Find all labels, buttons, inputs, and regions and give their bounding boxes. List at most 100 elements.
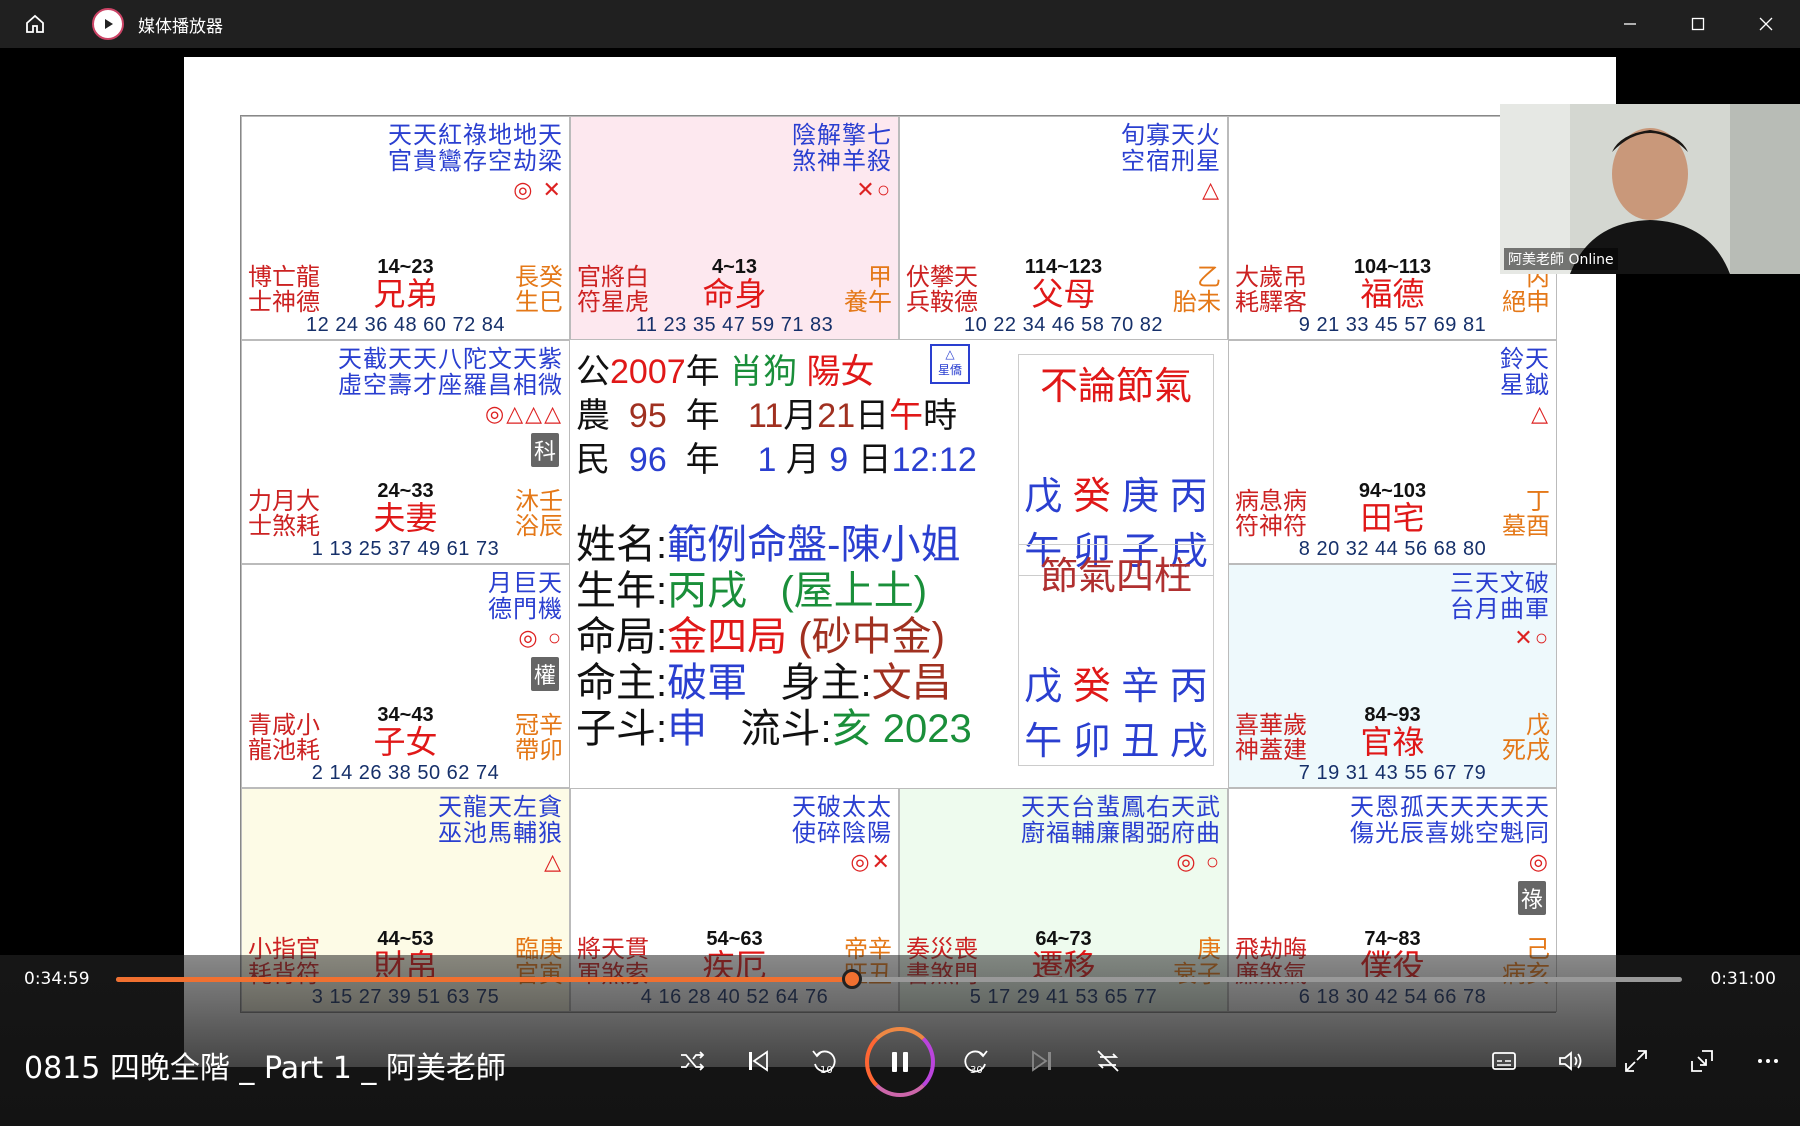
- star-marks: ◎△△△: [485, 401, 563, 426]
- center-text: 陽女: [806, 353, 875, 391]
- center-text: 民: [576, 441, 610, 479]
- skip-back-icon: 10: [812, 1050, 836, 1076]
- palace-cell: 月巨天 德門機 ◎ ○ 權青咸小 龍池耗 34~43 子女 冠辛 帶卯 2 14 26 38…: [241, 564, 570, 788]
- fullscreen-button[interactable]: [1612, 1037, 1660, 1085]
- main-stars: 天龍天左貪 巫池馬輔狼: [438, 794, 563, 847]
- stem-branch: 丁 墓酉: [1502, 488, 1550, 540]
- main-stars: 月巨天 德門機: [488, 570, 563, 623]
- close-button[interactable]: [1732, 0, 1800, 48]
- player-controls: 0:34:59 0:31:00 0815 四晚全階 _ Part 1 _ 阿美老…: [0, 955, 1800, 1126]
- center-text: 9: [829, 441, 849, 479]
- home-button[interactable]: [18, 7, 52, 41]
- star-marks: ◎: [1528, 849, 1550, 874]
- pause-button[interactable]: [865, 1027, 935, 1097]
- next-button[interactable]: [1018, 1037, 1066, 1085]
- star-marks: △: [544, 849, 563, 874]
- age-list: 2 14 26 38 50 62 74: [311, 762, 500, 784]
- close-icon: [1759, 17, 1773, 31]
- star-marks: ◎✕: [850, 849, 892, 874]
- ziwei-chart: 天天紅祿地地天 官貴鸞存空劫梁 ◎ ✕ 博亡龍 士神德 14~23 兄弟 長癸 生巳 12 …: [240, 115, 1557, 1013]
- bazi-table-1: 不論節氣時日月年戊癸庚丙午卯子戌: [1018, 354, 1214, 576]
- bazi-char: 月: [1121, 421, 1160, 463]
- maximize-button[interactable]: [1664, 0, 1732, 48]
- transform-badge: 祿: [1517, 881, 1546, 915]
- pause-icon: [892, 1052, 908, 1072]
- stem-branch: 甲 養午: [844, 264, 892, 316]
- svg-text:10: 10: [820, 1065, 833, 1076]
- star-marks: ◎ ○: [1176, 849, 1221, 874]
- center-text: 公: [576, 353, 610, 391]
- center-text: 亥 2023: [831, 707, 972, 751]
- main-stars: 天恩孤天天天天天 傷光辰喜姚空魁同: [1350, 794, 1550, 847]
- seek-bar[interactable]: [116, 969, 1682, 989]
- minimize-button[interactable]: [1596, 0, 1664, 48]
- repeat-button[interactable]: [1084, 1037, 1132, 1085]
- chart-center-info: 公2007年 肖狗 陽女 △ 星僑農 95 年 11月21日午時民 96 年 1 月…: [570, 340, 1228, 788]
- center-text: 12:12: [891, 441, 977, 479]
- app-icon: [92, 8, 124, 40]
- center-text: 子斗:: [576, 707, 668, 751]
- minimize-icon: [1624, 23, 1636, 25]
- star-marks: ✕○: [1514, 625, 1550, 650]
- center-text: 流斗:: [740, 707, 832, 751]
- video-slide: 天天紅祿地地天 官貴鸞存空劫梁 ◎ ✕ 博亡龍 士神德 14~23 兄弟 長癸 生巳 12 …: [184, 57, 1616, 1067]
- bazi-char: 午: [1024, 721, 1063, 763]
- webcam-overlay: 阿美老師 Online: [1500, 104, 1800, 274]
- center-text: 年: [685, 441, 720, 479]
- star-marks: ◎ ○: [518, 625, 563, 650]
- age-list: 8 20 32 44 56 68 80: [1298, 538, 1487, 560]
- stem-branch: 戊 死戌: [1502, 712, 1550, 764]
- bazi-char: 癸: [1072, 666, 1111, 708]
- bazi-char: 戊: [1024, 476, 1063, 518]
- bazi-heading: 不論節氣: [1039, 366, 1192, 408]
- bazi-char: 年: [1169, 421, 1208, 463]
- maximize-icon: [1691, 17, 1705, 31]
- more-options-button[interactable]: [1744, 1037, 1792, 1085]
- center-text: 95: [628, 397, 667, 435]
- bazi-char: 庚: [1121, 476, 1160, 518]
- bazi-char: 辛: [1121, 666, 1160, 708]
- center-text: 午: [889, 397, 924, 435]
- age-list: 9 21 33 45 57 69 81: [1298, 314, 1487, 336]
- volume-icon: [1559, 1051, 1582, 1071]
- bazi-char: 丑: [1121, 721, 1160, 763]
- window-title: 媒体播放器: [138, 16, 223, 37]
- captions-icon: [1492, 1052, 1516, 1070]
- center-text: 月: [785, 441, 820, 479]
- palace-cell: 天截天天八陀文天紫 虛空壽才座羅昌相微 ◎△△△ 科力月大 士煞耗 24~33 夫妻 沐壬…: [241, 340, 570, 564]
- captions-button[interactable]: [1480, 1037, 1528, 1085]
- bazi-char: 丙: [1169, 476, 1208, 518]
- palace-cell: 三天文破 台月曲軍 ✕○ 喜華歲 神蓋建 84~93 官祿戊 死戌 7 19 31 43 …: [1228, 564, 1557, 788]
- previous-button[interactable]: [734, 1037, 782, 1085]
- main-stars: 天破太太 使碎陰陽: [792, 794, 892, 847]
- age-list: 1 13 25 37 49 61 73: [311, 538, 500, 560]
- star-marks: △: [1531, 401, 1550, 426]
- mini-player-button[interactable]: [1678, 1037, 1726, 1085]
- center-text: 肖狗: [729, 353, 798, 391]
- bazi-char: 日: [1072, 421, 1111, 463]
- fullscreen-icon: [1625, 1050, 1647, 1072]
- main-stars: 陰解擎七 煞神羊殺: [792, 122, 892, 175]
- bazi-char: 癸: [1072, 476, 1111, 518]
- center-text: 日: [855, 397, 890, 435]
- center-text: 2007: [610, 353, 686, 391]
- bazi-char: 時: [1024, 611, 1063, 653]
- center-text: 21: [817, 397, 856, 435]
- home-icon: [26, 14, 44, 33]
- repeat-off-icon: [1097, 1050, 1119, 1072]
- current-time: 0:34:59: [24, 969, 90, 989]
- age-list: 12 24 36 48 60 72 84: [305, 314, 506, 336]
- center-text: 年: [685, 397, 720, 435]
- skip-forward-button[interactable]: 30: [952, 1037, 1000, 1085]
- volume-button[interactable]: [1546, 1037, 1594, 1085]
- seek-thumb[interactable]: [842, 969, 863, 989]
- total-time: 0:31:00: [1710, 969, 1776, 989]
- skip-back-button[interactable]: 10: [800, 1037, 848, 1085]
- age-list: 10 22 34 46 58 70 82: [963, 314, 1164, 336]
- mini-player-icon: [1691, 1050, 1713, 1072]
- seek-progress: [116, 977, 853, 982]
- palace-cell: 天天紅祿地地天 官貴鸞存空劫梁 ◎ ✕ 博亡龍 士神德 14~23 兄弟 長癸 生巳 12 …: [241, 116, 570, 340]
- shuffle-button[interactable]: [668, 1037, 716, 1085]
- star-marks: △: [1202, 177, 1221, 202]
- bazi-char: 卯: [1072, 721, 1111, 763]
